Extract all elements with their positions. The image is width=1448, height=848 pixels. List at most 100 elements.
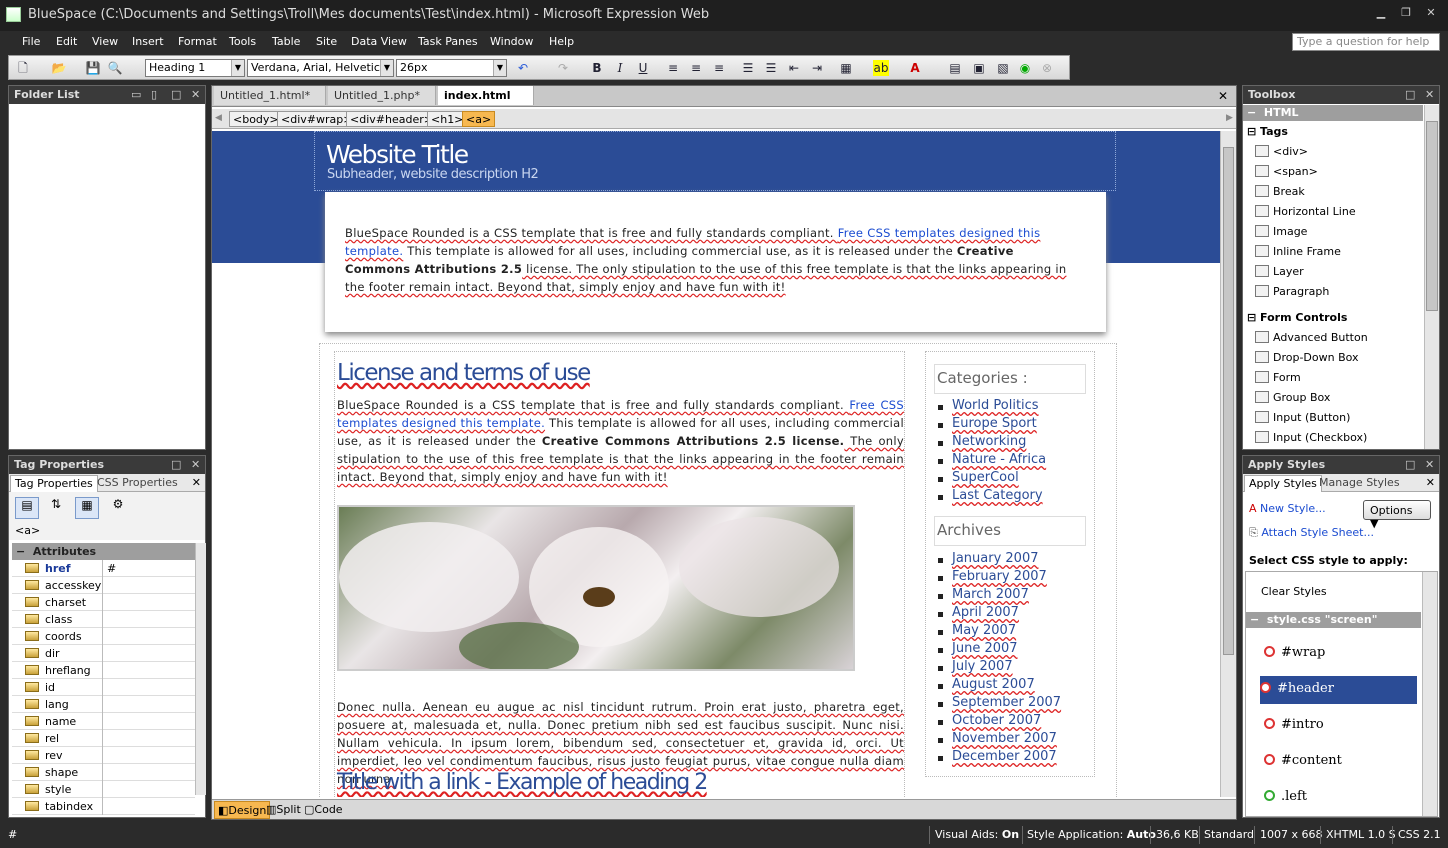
menu-site[interactable]: Site (316, 35, 337, 48)
bold-icon[interactable]: B (589, 60, 605, 76)
attribute-value[interactable] (102, 747, 195, 764)
font-size-dropdown[interactable]: 26px ▼ (396, 59, 507, 77)
attribute-row[interactable]: rev (12, 747, 195, 764)
doctype-status[interactable]: XHTML 1.0 S (1326, 828, 1396, 841)
decrease-indent-icon[interactable]: ⇤ (786, 60, 802, 76)
close-icon[interactable]: ✕ (1425, 88, 1434, 101)
attribute-value[interactable] (102, 594, 195, 611)
archive-link[interactable]: October 2007 (932, 713, 1061, 731)
attribute-value[interactable] (102, 577, 195, 594)
toolbox-item[interactable]: Input (Checkbox) (1255, 431, 1367, 444)
attribute-row[interactable]: lang (12, 696, 195, 713)
html-section[interactable]: − HTML (1243, 105, 1423, 121)
category-link[interactable]: Nature - Africa (932, 452, 1046, 470)
tab-css-properties[interactable]: CSS Properties (93, 475, 182, 492)
crumb-a[interactable]: <a> (462, 111, 496, 127)
tab-untitled-html[interactable]: Untitled_1.html* (214, 86, 326, 105)
properties-icon[interactable]: ⚙ (107, 497, 129, 519)
style-application-status[interactable]: Style Application: Auto (1027, 828, 1156, 841)
bulleted-list-icon[interactable]: ☰ (763, 60, 779, 76)
attribute-value[interactable] (102, 645, 195, 662)
visual-aids-status[interactable]: Visual Aids: On (935, 828, 1019, 841)
attribute-row[interactable]: href # (12, 560, 195, 577)
attribute-value[interactable] (102, 764, 195, 781)
archive-link[interactable]: February 2007 (932, 569, 1061, 587)
crumb-body[interactable]: <body> (229, 111, 283, 127)
menu-file[interactable]: File (22, 35, 40, 48)
attribute-value[interactable] (102, 781, 195, 798)
numbered-list-icon[interactable]: ☰ (740, 60, 756, 76)
stylesheet-group[interactable]: − style.css "screen" (1246, 612, 1421, 628)
toolbox-item[interactable]: Image (1255, 225, 1307, 238)
attribute-value[interactable] (102, 679, 195, 696)
scroll-thumb[interactable] (1426, 121, 1438, 311)
tab-split[interactable]: ▥Split (266, 803, 301, 816)
style-item[interactable]: #content (1264, 748, 1342, 768)
menu-help[interactable]: Help (549, 35, 574, 48)
attribute-value[interactable] (102, 730, 195, 747)
attribute-value[interactable] (102, 628, 195, 645)
attribute-row[interactable]: shape (12, 764, 195, 781)
close-icon[interactable]: ✕ (1425, 458, 1434, 471)
scroll-thumb[interactable] (1223, 147, 1234, 655)
italic-icon[interactable]: I (612, 60, 628, 76)
category-link[interactable]: Networking (932, 434, 1046, 452)
tab-code[interactable]: ▢Code (304, 803, 343, 816)
close-icon[interactable]: ✕ (1218, 89, 1228, 103)
menu-tools[interactable]: Tools (229, 35, 256, 48)
css-version-status[interactable]: CSS 2.1 (1398, 828, 1441, 841)
style-item[interactable]: .left (1264, 784, 1307, 804)
category-link[interactable]: Last Category (932, 488, 1046, 506)
menu-view[interactable]: View (92, 35, 118, 48)
attribute-value[interactable] (102, 713, 195, 730)
style-dropdown[interactable]: Heading 1 ▼ (145, 59, 245, 77)
tab-design[interactable]: ◧Design (214, 801, 271, 819)
attribute-value[interactable] (102, 662, 195, 679)
style-item[interactable]: #intro (1264, 712, 1324, 732)
align-center-icon[interactable]: ≡ (688, 60, 704, 76)
toolbox-item[interactable]: Group Box (1255, 391, 1330, 404)
attribute-row[interactable]: accesskey (12, 577, 195, 594)
menu-window[interactable]: Window (490, 35, 533, 48)
attribute-row[interactable]: name (12, 713, 195, 730)
attribute-row[interactable]: charset (12, 594, 195, 611)
toolbox-item[interactable]: Paragraph (1255, 285, 1329, 298)
category-link[interactable]: Europe Sport (932, 416, 1046, 434)
page-icon[interactable]: ▯ (151, 88, 157, 101)
preview-icon[interactable]: 🔍 (107, 60, 123, 76)
layer-icon[interactable]: ▣ (971, 60, 987, 76)
menu-insert[interactable]: Insert (132, 35, 164, 48)
clear-styles-item[interactable]: Clear Styles (1261, 585, 1327, 598)
font-dropdown[interactable]: Verdana, Arial, Helvetica, s ▼ (247, 59, 394, 77)
chevron-left-icon[interactable]: ◀ (215, 113, 222, 123)
attribute-row[interactable]: coords (12, 628, 195, 645)
redo-icon[interactable]: ↷ (555, 60, 571, 76)
heading-link[interactable]: Title with a link - Example of heading 2 (337, 770, 708, 795)
new-document-icon[interactable]: 🗋 (15, 60, 31, 76)
archive-link[interactable]: August 2007 (932, 677, 1061, 695)
toolbox-item[interactable]: Input (Button) (1255, 411, 1350, 424)
increase-indent-icon[interactable]: ⇥ (809, 60, 825, 76)
site-title[interactable]: Website Title (326, 140, 469, 169)
align-left-icon[interactable]: ≡ (665, 60, 681, 76)
folder-icon[interactable]: ▭ (131, 88, 141, 101)
chevron-right-icon[interactable]: ▶ (1226, 113, 1233, 123)
maximize-icon[interactable]: □ (1405, 458, 1415, 471)
picture-icon[interactable]: ▧ (995, 60, 1011, 76)
crumb-div-wrap[interactable]: <div#wrap> (277, 111, 357, 127)
menu-data-view[interactable]: Data View (351, 35, 407, 48)
category-link[interactable]: SuperCool (932, 470, 1046, 488)
page-size-status[interactable]: 1007 x 668 (1260, 828, 1323, 841)
show-set-properties-icon[interactable]: ▦ (75, 497, 99, 519)
toolbox-item[interactable]: Advanced Button (1255, 331, 1368, 344)
sort-az-icon[interactable]: ⇅ (45, 497, 67, 519)
attribute-row[interactable]: dir (12, 645, 195, 662)
menu-edit[interactable]: Edit (56, 35, 77, 48)
minimize-icon[interactable]: ▁ (1372, 6, 1390, 22)
table-icon[interactable]: ▤ (947, 60, 963, 76)
attribute-row[interactable]: id (12, 679, 195, 696)
attributes-section[interactable]: − Attributes (12, 543, 195, 560)
close-icon[interactable]: ✕ (1422, 6, 1440, 22)
tab-manage-styles[interactable]: Manage Styles (1315, 475, 1404, 492)
save-icon[interactable]: 💾 (85, 60, 101, 76)
